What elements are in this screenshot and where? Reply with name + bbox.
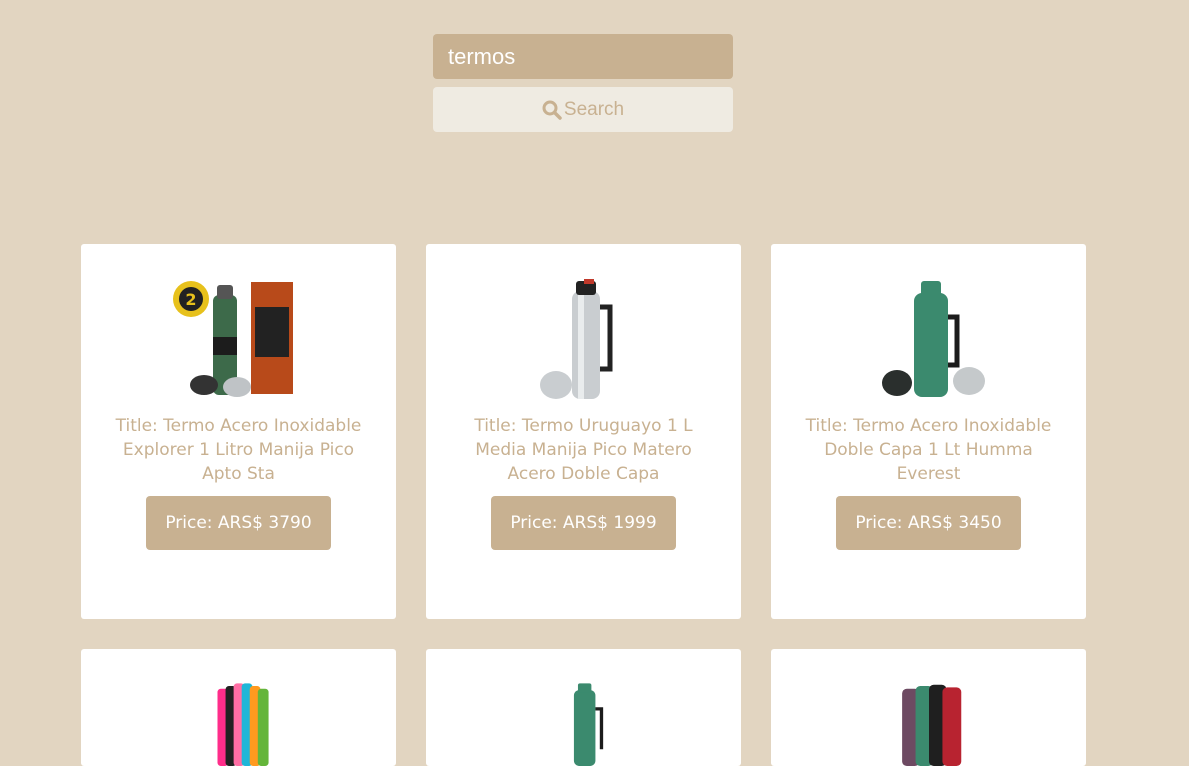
price-button[interactable]: Price: ARS$ 3450 [836,496,1021,550]
thermos-explorer-image: 2 [172,281,293,397]
thermos-everest-image [881,281,985,397]
product-card[interactable]: 2 Title: Termo Acero Inoxidable Explorer… [81,244,396,619]
svg-text:2: 2 [185,290,196,309]
product-card[interactable]: Title: Termo Uruguayo 1 L Media Manija P… [426,244,741,619]
search-button[interactable]: Search [433,87,733,132]
product-title[interactable]: Title: Termo Uruguayo 1 L Media Manija P… [449,414,719,486]
product-card[interactable] [81,649,396,766]
price-button[interactable]: Price: ARS$ 1999 [491,496,676,550]
product-card[interactable]: Title: Termo Acero Inoxidable Doble Capa… [771,244,1086,619]
thermos-uruguayo-image [539,279,612,399]
search-icon [542,100,562,120]
thermos-colors-image [216,683,269,766]
product-title[interactable]: Title: Termo Acero Inoxidable Explorer 1… [104,414,374,486]
product-card[interactable] [771,649,1086,766]
search-input[interactable] [433,34,733,79]
product-title[interactable]: Title: Termo Acero Inoxidable Doble Capa… [794,414,1064,486]
search-button-label: Search [563,98,625,120]
thermos-green-image [573,683,603,766]
price-button[interactable]: Price: ARS$ 3790 [146,496,331,550]
thermos-set-image [901,684,961,766]
product-card[interactable] [426,649,741,766]
